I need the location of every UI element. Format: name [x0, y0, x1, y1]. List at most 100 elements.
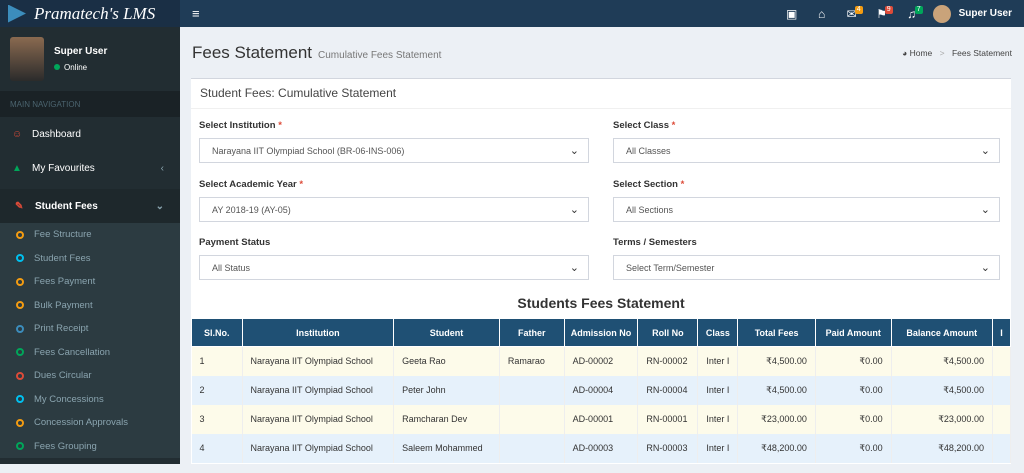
section-group: Select Section * All Sections ⌄ — [613, 179, 1000, 222]
terms-group: Terms / Semesters Select Term/Semester ⌄ — [613, 237, 1000, 280]
terms-label: Terms / Semesters — [613, 237, 697, 248]
sidebar-subitem-my-concessions[interactable]: My Concessions — [0, 388, 180, 412]
online-status: Online — [54, 63, 107, 72]
column-header[interactable]: Total Fees — [737, 318, 816, 347]
page-subtitle: Cumulative Fees Statement — [318, 50, 442, 61]
dashboard-icon: ☺ — [12, 128, 23, 140]
content-header: Fees Statement Cumulative Fees Statement … — [180, 27, 1024, 79]
film-icon-glyph: ▣ — [785, 6, 798, 21]
column-header[interactable]: Institution — [241, 318, 395, 347]
chevron-down-icon: ⌄ — [980, 204, 990, 216]
table-cell: ₹48,200.00 — [737, 433, 816, 463]
table-cell: Inter I — [697, 375, 739, 405]
table-cell: Inter I — [697, 433, 739, 463]
table-cell: AD-00001 — [564, 404, 639, 434]
table-header-row: Sl.No. Institution Student Father Admission … — [191, 318, 1011, 347]
table-cell: ₹0.00 — [815, 375, 892, 405]
sidebar-menu: ☺ Dashboard ▲ My Favourites ‹ ✎ Student … — [0, 117, 180, 458]
sidebar-subitem-fees-cancellation[interactable]: Fees Cancellation — [0, 341, 180, 365]
brand-name: Pramatech's LMS — [34, 3, 156, 23]
column-header[interactable]: Student — [393, 318, 500, 347]
column-header[interactable]: Class — [697, 318, 739, 347]
content-wrapper: Fees Statement Cumulative Fees Statement … — [180, 27, 1024, 464]
table-cell: RN-00001 — [637, 404, 699, 434]
basket-icon[interactable]: ⌂ — [807, 7, 837, 21]
table-cell: Geeta Rao — [393, 346, 500, 376]
sidebar-subitem-dues-circular[interactable]: Dues Circular — [0, 364, 180, 388]
circle-icon — [16, 395, 24, 404]
user-name: Super User — [958, 8, 1012, 19]
sidebar-subitem-student-fees[interactable]: Student Fees — [0, 247, 180, 271]
table-row: 2 Narayana IIT Olympiad School Peter John A… — [191, 375, 1011, 405]
table-cell: 1 — [191, 346, 243, 376]
table-cell: ₹0.00 — [815, 433, 892, 463]
table-cell: ₹0.00 — [815, 346, 892, 376]
table-title: Students Fees Statement — [517, 295, 685, 311]
circle-icon — [16, 301, 24, 310]
fees-table: Sl.No. Institution Student Father Admission … — [191, 318, 1011, 463]
table-cell: 4 — [191, 433, 243, 463]
table-cell — [992, 375, 1011, 405]
film-icon[interactable]: ▣ — [777, 7, 807, 21]
sidebar: Super User Online MAIN NAVIGATION ☺ Dash… — [0, 27, 180, 464]
sidebar-subitem-bulk-payment[interactable]: Bulk Payment — [0, 294, 180, 318]
column-header[interactable]: Sl.No. — [191, 318, 243, 347]
class-select[interactable]: All Classes ⌄ — [613, 138, 1000, 163]
page-title: Fees Statement Cumulative Fees Statement — [192, 43, 442, 62]
table-cell — [499, 375, 565, 405]
circle-icon — [16, 371, 24, 380]
payment-status-select[interactable]: All Status ⌄ — [199, 255, 589, 280]
breadcrumb-home[interactable]: Home — [910, 48, 933, 58]
sidebar-item-my-favourites[interactable]: ▲ My Favourites ‹ — [0, 151, 180, 185]
payment-status-group: Payment Status All Status ⌄ — [199, 237, 589, 280]
academic-year-select[interactable]: AY 2018-19 (AY-05) ⌄ — [199, 197, 589, 222]
table-cell — [992, 346, 1011, 376]
table-cell: Inter I — [697, 404, 739, 434]
table-cell: Saleem Mohammed — [393, 433, 500, 463]
class-label: Select Class * — [613, 120, 676, 131]
column-header[interactable]: Balance Amount — [890, 318, 993, 347]
notification-badge: 4 — [854, 5, 863, 14]
flag-icon[interactable]: ⚑ 9 — [867, 5, 897, 21]
table-cell: 2 — [191, 375, 243, 405]
table-cell: ₹48,200.00 — [891, 433, 993, 463]
sidebar-subitem-fees-grouping[interactable]: Fees Grouping — [0, 435, 180, 459]
institution-select[interactable]: Narayana IIT Olympiad School (BR-06-INS-… — [199, 138, 589, 163]
institution-label: Select Institution * — [199, 120, 282, 131]
table-cell: ₹0.00 — [815, 404, 892, 434]
table-cell: Narayana IIT Olympiad School — [242, 433, 395, 463]
table-cell — [499, 404, 565, 434]
circle-icon — [16, 230, 24, 239]
sidebar-subitem-concession-approvals[interactable]: Concession Approvals — [0, 411, 180, 435]
menu-toggle-icon[interactable]: ≡ — [192, 6, 200, 21]
column-header[interactable]: Father — [498, 318, 565, 347]
institution-group: Select Institution * Narayana IIT Olympi… — [199, 120, 589, 163]
student-fees-submenu: Fee Structure Student Fees Fees Payment Bul… — [0, 223, 180, 458]
table-cell: ₹23,000.00 — [891, 404, 993, 434]
brand-logo[interactable]: Pramatech's LMS — [0, 0, 180, 27]
column-header[interactable]: I — [991, 318, 1011, 347]
logo-icon — [8, 4, 26, 23]
circle-icon — [16, 324, 24, 333]
table-cell: ₹23,000.00 — [737, 404, 816, 434]
sidebar-subitem-fee-structure[interactable]: Fee Structure — [0, 223, 180, 247]
avatar — [932, 4, 951, 23]
notification-badge: 7 — [914, 5, 923, 14]
breadcrumb: ◕ Home > Fees Statement — [902, 48, 1012, 58]
sidebar-item-dashboard[interactable]: ☺ Dashboard — [0, 117, 180, 151]
user-menu[interactable]: Super User — [927, 4, 1024, 23]
table-row: 3 Narayana IIT Olympiad School Ramcharan D… — [191, 404, 1011, 434]
sidebar-item-student-fees[interactable]: ✎ Student Fees ⌄ — [0, 189, 180, 223]
chevron-down-icon: ⌄ — [569, 204, 579, 216]
column-header[interactable]: Roll No — [637, 318, 699, 347]
sidebar-subitem-fees-payment[interactable]: Fees Payment — [0, 270, 180, 294]
sidebar-subitem-print-receipt[interactable]: Print Receipt — [0, 317, 180, 341]
terms-select[interactable]: Select Term/Semester ⌄ — [613, 255, 1000, 280]
table-cell: 3 — [191, 404, 243, 434]
envelope-icon[interactable]: ✉ 4 — [837, 5, 867, 21]
section-select[interactable]: All Sections ⌄ — [613, 197, 1000, 222]
column-header[interactable]: Admission No — [563, 318, 639, 347]
column-header[interactable]: Paid Amount — [814, 318, 892, 347]
bell-icon[interactable]: ♫ 7 — [897, 5, 927, 21]
table-cell: AD-00002 — [564, 346, 639, 376]
